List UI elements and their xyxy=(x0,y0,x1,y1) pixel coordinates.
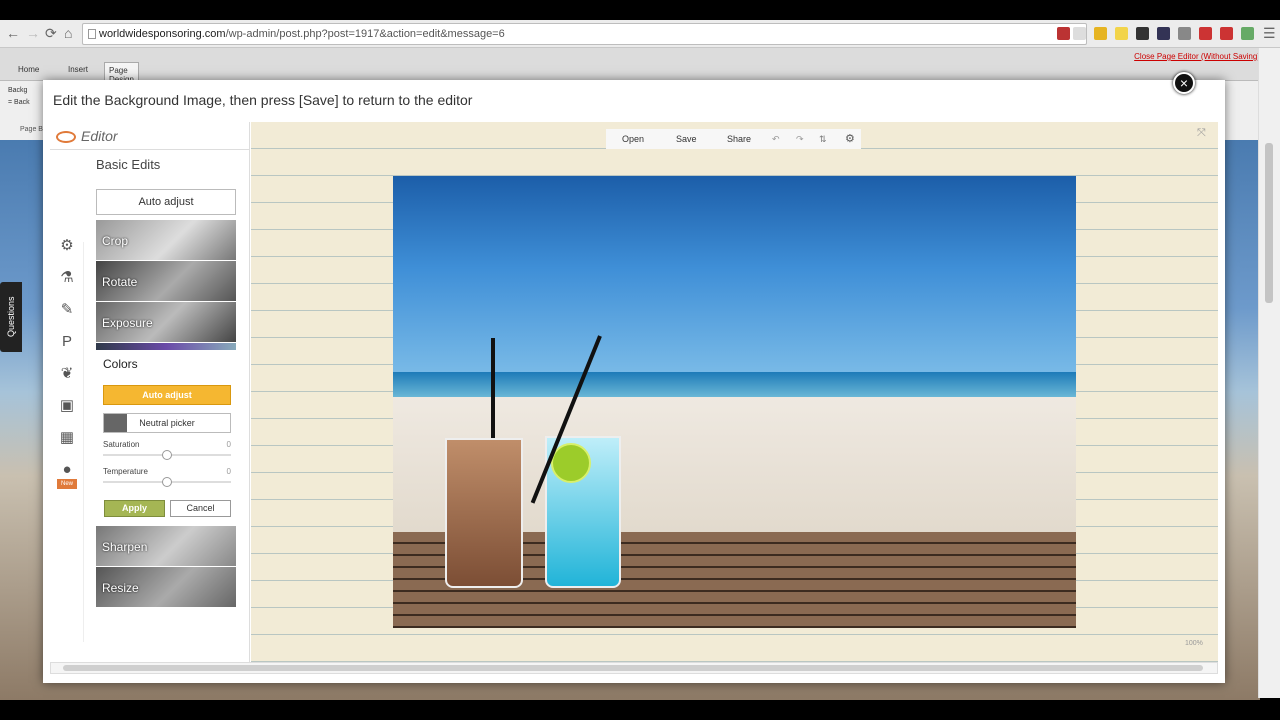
extension-icon[interactable] xyxy=(1199,27,1212,40)
photo-sea xyxy=(393,372,1076,397)
extension-icon[interactable] xyxy=(1115,27,1128,40)
text-icon[interactable]: P xyxy=(58,333,76,351)
photo-lime-slice xyxy=(551,443,591,483)
canvas-toolbar: Open Save Share ↶ ↷ ⇅ ⚙ xyxy=(606,129,861,149)
background-photo[interactable] xyxy=(393,176,1076,628)
ribbon-snippet[interactable]: Backg xyxy=(8,87,27,94)
stop-extension-icon[interactable] xyxy=(1057,27,1070,40)
url-path: /wp-admin/post.php?post=1917&action=edit… xyxy=(225,28,505,40)
home-icon[interactable]: ⌂ xyxy=(64,25,72,41)
saturation-value: 0 xyxy=(226,440,231,449)
url-domain: worldwidesponsoring.com xyxy=(99,28,226,40)
sharpen-tile[interactable]: Sharpen xyxy=(96,526,236,566)
colors-title: Colors xyxy=(103,357,138,371)
cancel-button[interactable]: Cancel xyxy=(170,500,231,517)
extension-icon[interactable] xyxy=(1136,27,1149,40)
undo-icon[interactable]: ↶ xyxy=(772,134,780,145)
new-badge: New xyxy=(57,479,77,489)
rotate-tile[interactable]: Rotate xyxy=(96,261,236,301)
divider xyxy=(83,242,84,642)
menu-icon[interactable]: ☰ xyxy=(1263,25,1276,42)
neutral-picker-button[interactable]: Neutral picker xyxy=(103,413,231,433)
temperature-label: Temperature xyxy=(103,467,148,476)
saturation-label: Saturation xyxy=(103,440,140,449)
effects-flask-icon[interactable]: ⚗ xyxy=(58,269,76,287)
editor-logo: Editor xyxy=(56,128,118,144)
questions-tab[interactable]: Questions xyxy=(0,282,22,352)
page-icon xyxy=(88,29,96,39)
star-icon[interactable] xyxy=(1073,27,1086,40)
horizontal-scrollbar[interactable] xyxy=(50,662,1218,674)
crop-tile[interactable]: Crop xyxy=(96,220,236,260)
photo-iced-coffee-glass xyxy=(445,438,523,588)
colors-panel: Colors Auto adjust Neutral picker Satura… xyxy=(96,350,236,522)
frames-icon[interactable]: ▣ xyxy=(58,397,76,415)
modal-close-button[interactable]: × xyxy=(1173,72,1195,94)
compare-icon[interactable]: ⇅ xyxy=(819,134,827,145)
apply-button[interactable]: Apply xyxy=(104,500,165,517)
exposure-tile[interactable]: Exposure xyxy=(96,302,236,342)
reload-icon[interactable]: ⟳ xyxy=(45,25,57,42)
tab-home[interactable]: Home xyxy=(18,65,39,74)
forward-icon[interactable]: → xyxy=(26,25,40,41)
extension-icon[interactable] xyxy=(1220,27,1233,40)
scrollbar-thumb[interactable] xyxy=(1265,143,1273,303)
close-page-editor-link[interactable]: Close Page Editor (Without Saving) xyxy=(1134,52,1260,61)
ribbon-snippet: Page B xyxy=(20,126,43,133)
colors-auto-adjust-button[interactable]: Auto adjust xyxy=(103,385,231,405)
resize-tile[interactable]: Resize xyxy=(96,567,236,607)
tab-insert[interactable]: Insert xyxy=(68,65,88,74)
logo-icon xyxy=(56,131,76,143)
photo-straw xyxy=(491,338,495,446)
open-button[interactable]: Open xyxy=(622,134,644,144)
section-title: Basic Edits xyxy=(96,157,161,172)
divider xyxy=(50,149,250,150)
touchup-brush-icon[interactable]: ✎ xyxy=(58,301,76,319)
redo-icon[interactable]: ↷ xyxy=(796,134,804,145)
editor-sidebar: Editor Basic Edits ⚙ ⚗ ✎ P ❦ ▣ ▦ ● New A… xyxy=(50,122,250,662)
photo-sky xyxy=(393,176,1076,381)
extension-icon[interactable] xyxy=(1157,27,1170,40)
basic-edits-icon[interactable]: ⚙ xyxy=(58,237,76,255)
overlays-icon[interactable]: ❦ xyxy=(58,365,76,383)
seasonal-apple-icon[interactable]: ● xyxy=(58,461,76,479)
modal-title: Edit the Background Image, then press [S… xyxy=(53,92,473,108)
auto-adjust-button[interactable]: Auto adjust xyxy=(96,189,236,215)
back-icon[interactable]: ← xyxy=(6,25,20,41)
save-button[interactable]: Save xyxy=(676,134,697,144)
settings-gear-icon[interactable]: ⚙ xyxy=(845,132,855,145)
address-bar[interactable]: worldwidesponsoring.com/wp-admin/post.ph… xyxy=(82,23,1087,45)
image-canvas: Open Save Share ↶ ↷ ⇅ ⚙ ⤧ 100% xyxy=(251,122,1218,662)
temperature-slider-knob[interactable] xyxy=(162,477,172,487)
extension-icon[interactable] xyxy=(1178,27,1191,40)
temperature-value: 0 xyxy=(226,467,231,476)
fullscreen-close-icon[interactable]: ⤧ xyxy=(1197,127,1206,140)
share-button[interactable]: Share xyxy=(727,134,751,144)
zoom-level: 100% xyxy=(1185,640,1203,647)
screen-top-bar xyxy=(0,0,1280,20)
logo-text: Editor xyxy=(81,128,118,144)
color-swatch xyxy=(104,414,127,432)
textures-icon[interactable]: ▦ xyxy=(58,429,76,447)
neutral-picker-label: Neutral picker xyxy=(139,418,195,428)
saturation-slider-knob[interactable] xyxy=(162,450,172,460)
page-scrollbar[interactable] xyxy=(1258,48,1280,698)
scrollbar-thumb[interactable] xyxy=(63,665,1203,671)
ribbon-snippet[interactable]: = Back xyxy=(8,99,30,106)
extension-icon[interactable] xyxy=(1241,27,1254,40)
extension-icon[interactable] xyxy=(1094,27,1107,40)
browser-toolbar: ← → ⟳ ⌂ worldwidesponsoring.com/wp-admin… xyxy=(0,20,1280,48)
tile-strip xyxy=(96,343,236,350)
